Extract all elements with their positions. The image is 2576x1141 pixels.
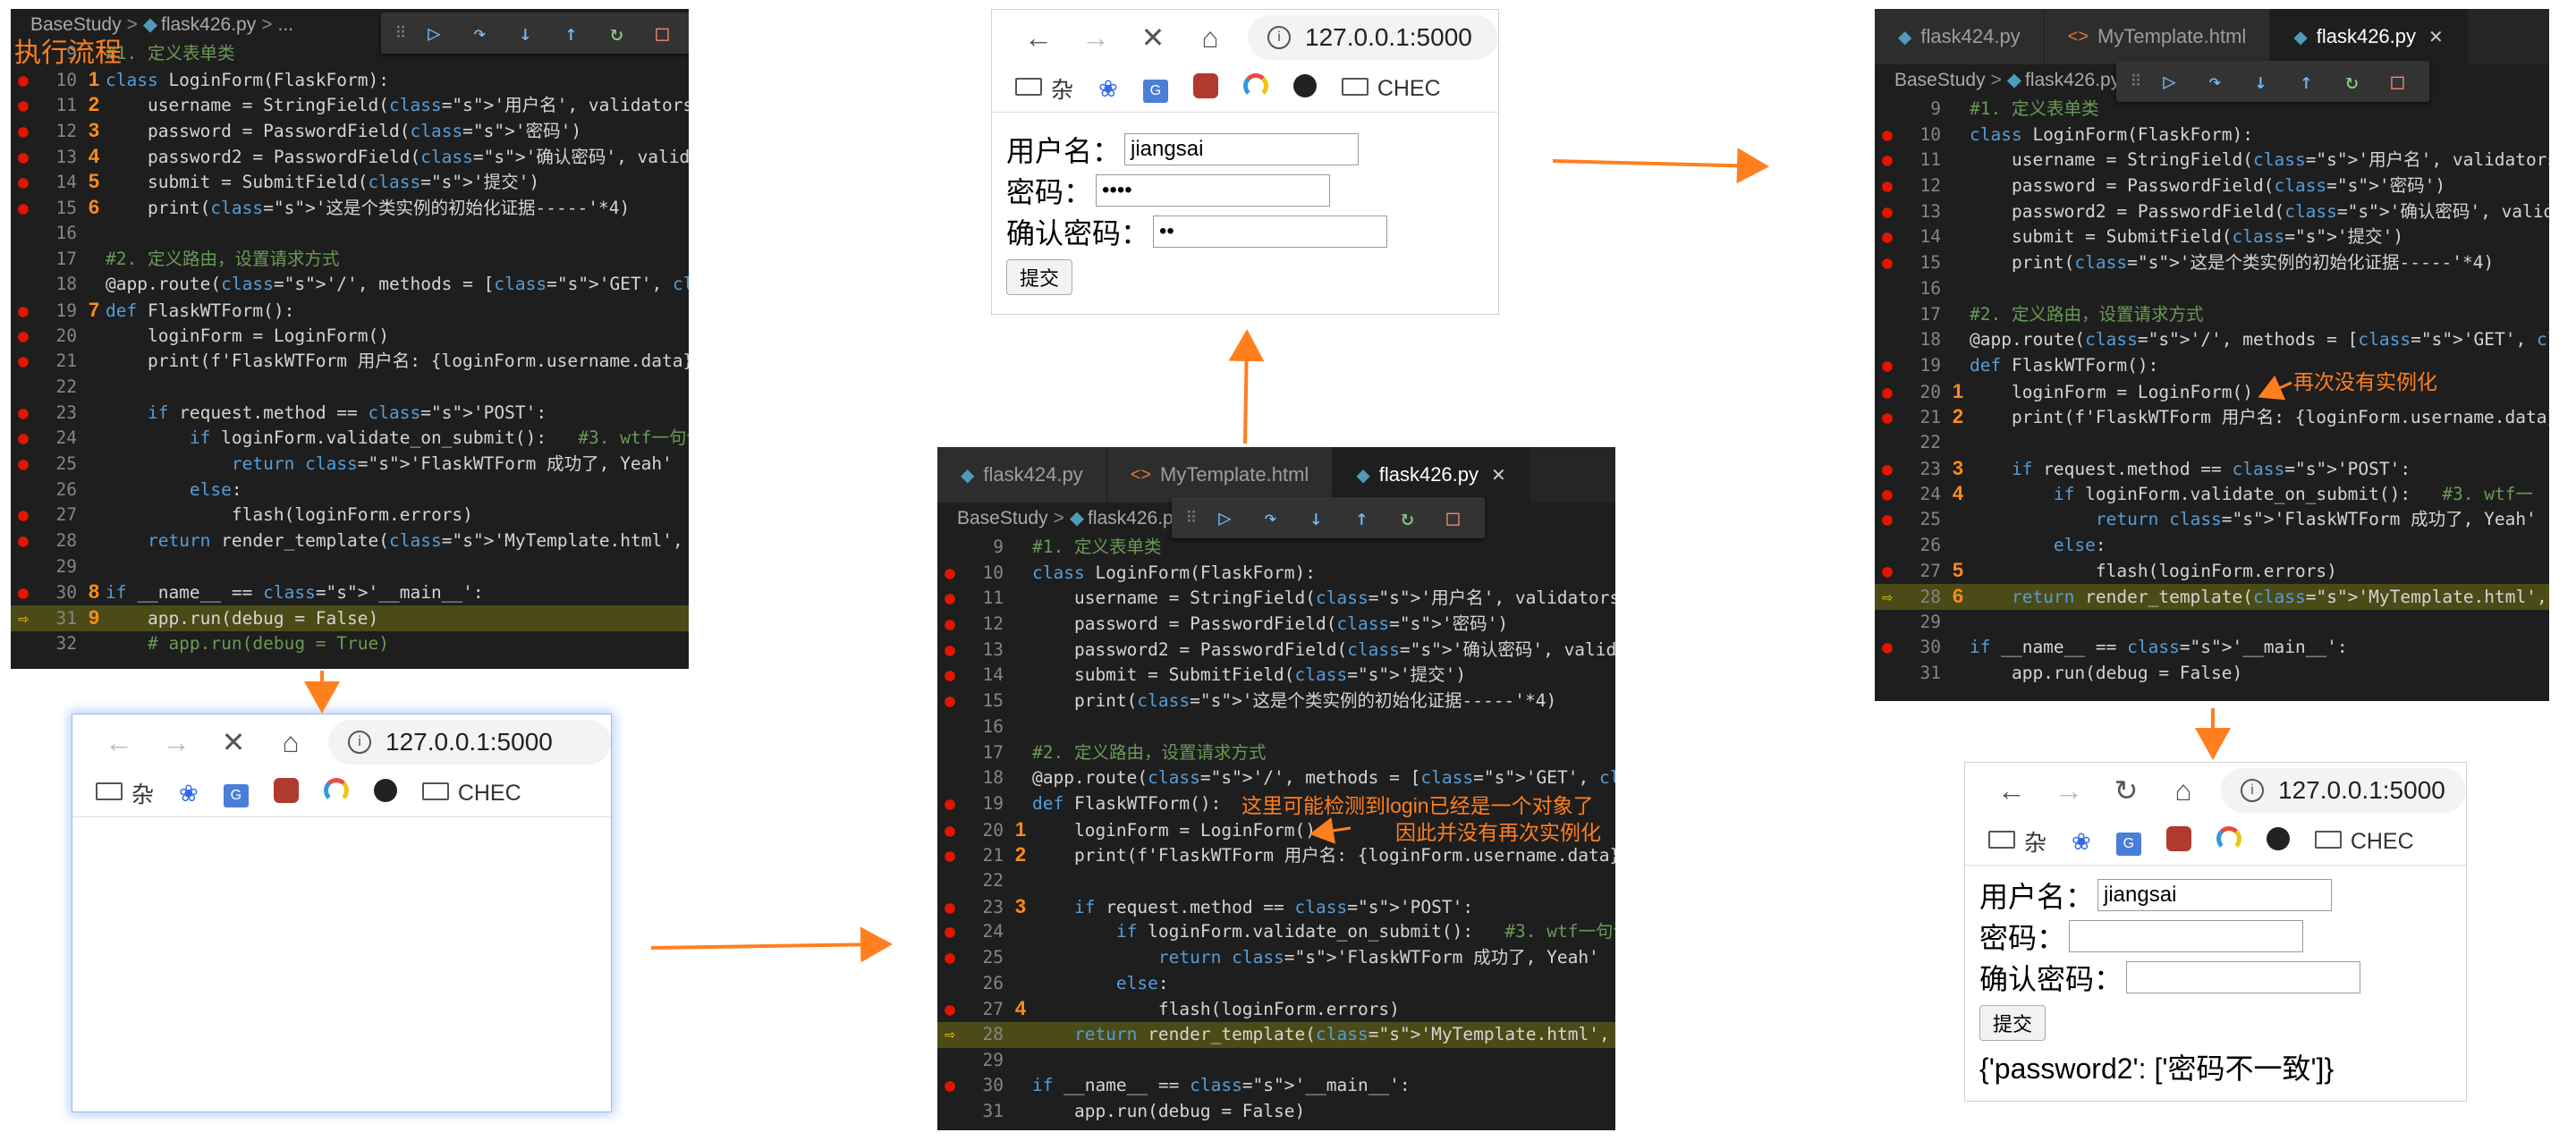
note-pointer-arrow xyxy=(2258,375,2292,401)
note-pointer-arrow xyxy=(1309,817,1352,844)
flow-arrow xyxy=(1228,329,1265,444)
flow-arrows xyxy=(304,148,2292,963)
flow-title: 执行流程 xyxy=(14,38,122,68)
flow-arrow xyxy=(650,926,893,963)
flow-arrow xyxy=(1552,148,1769,184)
